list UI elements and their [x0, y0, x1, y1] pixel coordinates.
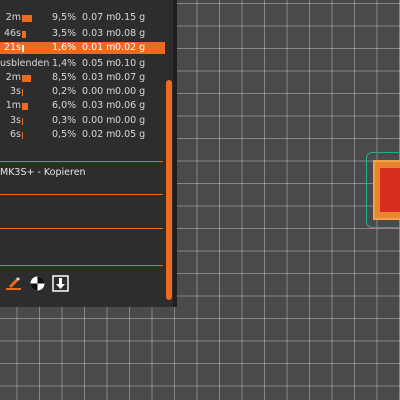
divider	[0, 228, 163, 229]
table-row[interactable]: 6s 0,5% 0.02 m 0.05 g	[0, 129, 165, 141]
time-cell: 2m	[5, 72, 21, 83]
table-row[interactable]: 2m 9,5% 0.07 m 0.15 g	[0, 12, 165, 24]
percent-cell: 1,4%	[52, 58, 77, 69]
time-bar	[22, 103, 28, 110]
length-cell: 0.03 m	[82, 100, 116, 111]
time-cell: 3s	[10, 86, 21, 97]
printer-preset-label: MK3S+ - Kopieren	[0, 167, 86, 178]
table-row[interactable]: 1m 6,0% 0.03 m 0.06 g	[0, 100, 165, 112]
time-cell: 46s	[3, 28, 21, 39]
weight-cell: 0.07 g	[115, 72, 146, 83]
table-row[interactable]: 46s 3,5% 0.03 m 0.08 g	[0, 28, 165, 40]
percent-cell: 0,2%	[52, 86, 77, 97]
legend-panel: 2m 9,5% 0.07 m 0.15 g 46s 3,5% 0.03 m 0.08 g 21s…	[0, 0, 173, 307]
percent-cell: 0,3%	[52, 115, 77, 126]
weight-cell: 0.15 g	[115, 12, 146, 23]
percent-cell: 3,5%	[52, 28, 77, 39]
time-bar	[22, 45, 24, 52]
table-row[interactable]: 2m 8,5% 0.03 m 0.07 g	[0, 72, 165, 84]
table-row[interactable]: 3s 0,3% 0.00 m 0.00 g	[0, 115, 165, 127]
time-bar	[22, 118, 23, 125]
divider	[0, 265, 163, 266]
table-row[interactable]: 3s 0,2% 0.00 m 0.00 g	[0, 86, 165, 98]
weight-cell: 0.02 g	[115, 42, 146, 53]
length-cell: 0.02 m	[82, 129, 116, 140]
length-cell: 0.03 m	[82, 28, 116, 39]
time-bar	[22, 75, 31, 82]
hide-label[interactable]: usblenden	[0, 58, 49, 70]
printed-object[interactable]	[366, 152, 400, 228]
table-row[interactable]: usblenden 1,4% 0.05 m 0.10 g	[0, 58, 165, 70]
percent-cell: 1,6%	[52, 42, 77, 53]
table-row[interactable]: 21s 1,6% 0.01 m 0.02 g	[0, 42, 165, 54]
percent-cell: 0,5%	[52, 129, 77, 140]
length-cell: 0.00 m	[82, 86, 116, 97]
length-cell: 0.07 m	[82, 12, 116, 23]
time-bar	[22, 89, 23, 96]
time-cell: 2m	[5, 12, 21, 23]
time-bar	[22, 132, 23, 139]
time-bar	[22, 31, 26, 38]
weight-cell: 0.00 g	[115, 115, 146, 126]
percent-cell: 6,0%	[52, 100, 77, 111]
percent-cell: 9,5%	[52, 12, 77, 23]
edit-icon[interactable]	[5, 275, 22, 292]
time-cell: 1m	[5, 100, 21, 111]
divider	[0, 194, 163, 195]
length-cell: 0.01 m	[82, 42, 116, 53]
weight-cell: 0.08 g	[115, 28, 146, 39]
weight-cell: 0.10 g	[115, 58, 146, 69]
panel-border	[173, 0, 177, 307]
color-change-icon[interactable]	[29, 275, 46, 292]
time-cell: 6s	[10, 129, 21, 140]
object-top-face	[380, 168, 400, 212]
time-bar	[22, 15, 32, 22]
length-cell: 0.00 m	[82, 115, 116, 126]
legend-scrollbar[interactable]	[166, 80, 172, 300]
time-cell: 3s	[10, 115, 21, 126]
weight-cell: 0.00 g	[115, 86, 146, 97]
divider	[0, 161, 163, 162]
time-cell: 21s	[3, 42, 21, 53]
weight-cell: 0.05 g	[115, 129, 146, 140]
length-cell: 0.03 m	[82, 72, 116, 83]
length-cell: 0.05 m	[82, 58, 116, 69]
percent-cell: 8,5%	[52, 72, 77, 83]
export-icon[interactable]	[52, 275, 69, 292]
weight-cell: 0.06 g	[115, 100, 146, 111]
